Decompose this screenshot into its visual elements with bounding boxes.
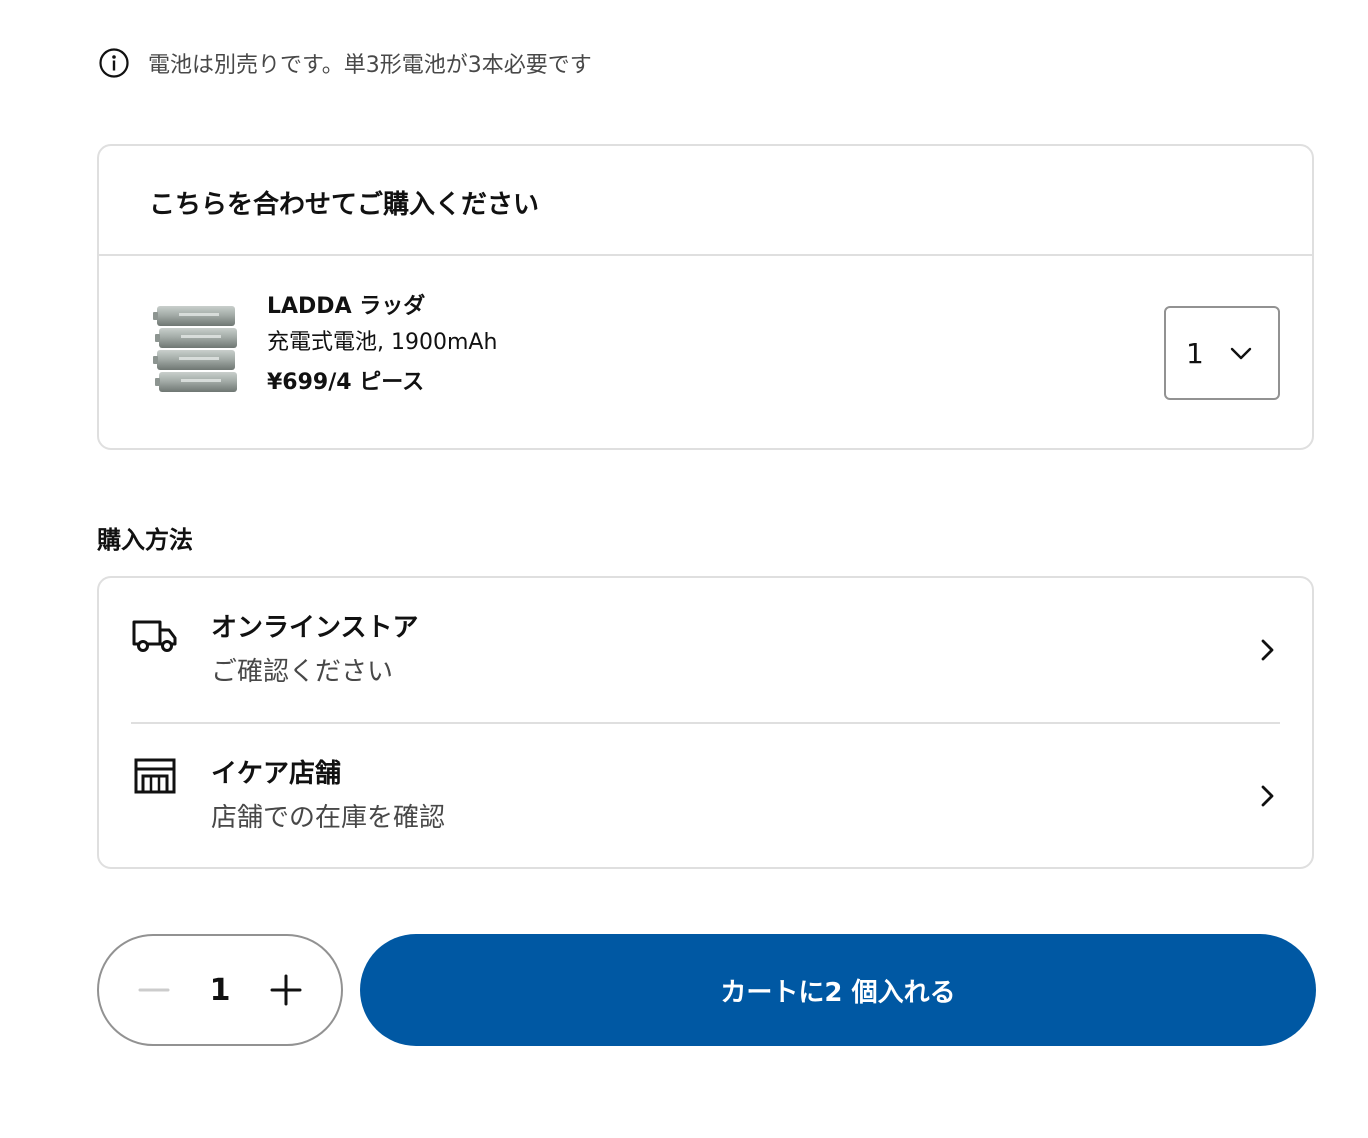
method-store-subtitle: 店舗での在庫を確認	[211, 803, 446, 833]
method-store-text: イケア店舗 店舗での在庫を確認	[211, 757, 1254, 835]
addon-header: こちらを合わせてご購入ください	[99, 146, 1312, 256]
minus-icon[interactable]	[137, 973, 171, 1007]
chevron-right-icon	[1254, 783, 1280, 809]
method-online-store[interactable]: オンラインストア ご確認ください	[131, 578, 1280, 724]
plus-icon[interactable]	[269, 973, 303, 1007]
info-icon	[98, 47, 130, 79]
quantity-stepper: 1	[97, 934, 343, 1046]
truck-icon	[131, 616, 179, 656]
method-online-text: オンラインストア ご確認ください	[211, 611, 1254, 689]
product-description: 充電式電池, 1900mAh	[267, 330, 498, 355]
quantity-value[interactable]: 1	[210, 973, 231, 1008]
product-name[interactable]: LADDA ラッダ	[267, 292, 497, 322]
product-price: ¥699/4 ピース	[267, 370, 425, 395]
method-store-title: イケア店舗	[211, 759, 342, 789]
method-online-subtitle: ご確認ください	[211, 657, 394, 687]
addon-title: こちらを合わせてご購入ください	[149, 189, 540, 220]
addon-quantity-select[interactable]: 1	[1164, 306, 1280, 400]
addon-card: こちらを合わせてご購入ください LADDA ラッダ 充電式電池, 1900mAh…	[97, 144, 1314, 450]
addon-quantity-value: 1	[1186, 336, 1204, 370]
addon-product: LADDA ラッダ 充電式電池, 1900mAh ¥699/4 ピース 1	[99, 256, 1312, 450]
product-info: LADDA ラッダ 充電式電池, 1900mAh ¥699/4 ピース	[267, 292, 497, 398]
battery-notice: 電池は別売りです。単3形電池が3本必要です	[98, 46, 592, 80]
purchase-method-title: 購入方法	[97, 526, 193, 554]
product-image[interactable]	[153, 300, 239, 400]
store-icon	[131, 756, 179, 796]
add-to-cart-button[interactable]: カートに2 個入れる	[360, 934, 1316, 1046]
chevron-down-icon	[1228, 340, 1254, 366]
notice-text: 電池は別売りです。単3形電池が3本必要です	[148, 53, 592, 78]
purchase-methods-card: オンラインストア ご確認ください イケア店舗 店舗での在庫を確認	[97, 576, 1314, 869]
method-online-title: オンラインストア	[211, 613, 419, 643]
chevron-right-icon	[1254, 637, 1280, 663]
method-ikea-store[interactable]: イケア店舗 店舗での在庫を確認	[131, 724, 1280, 868]
